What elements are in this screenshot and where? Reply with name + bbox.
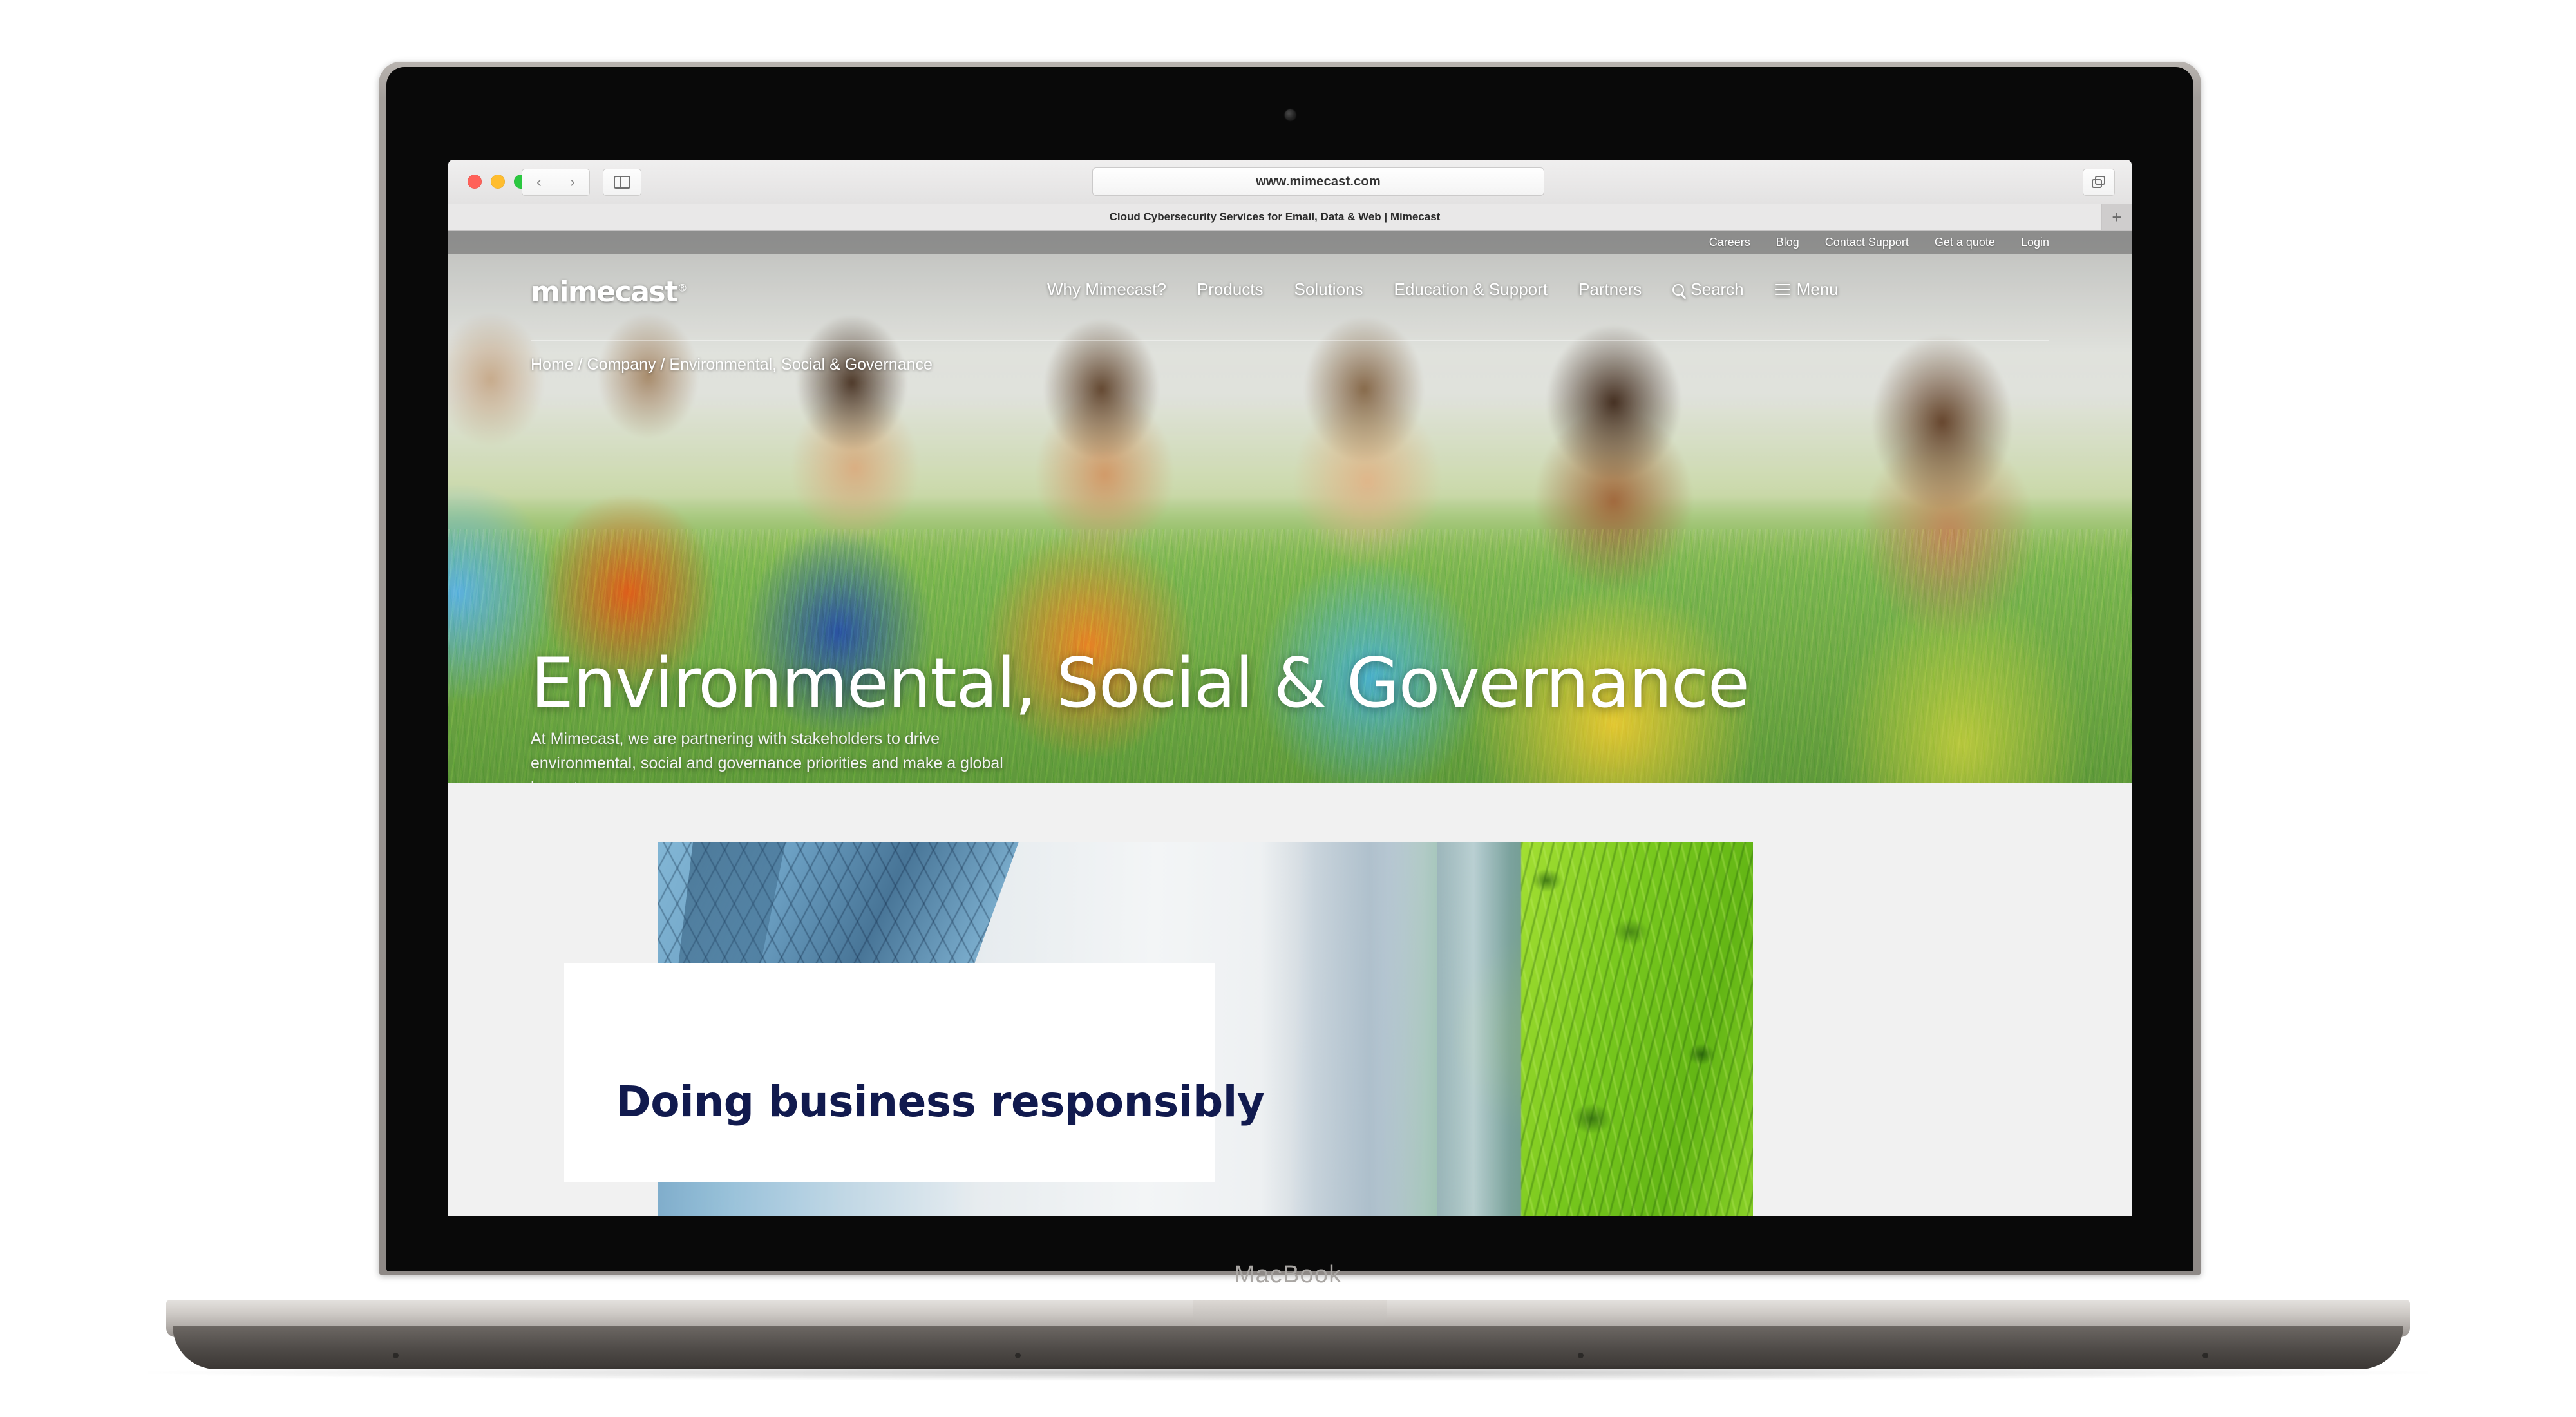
close-window-button[interactable]	[468, 175, 482, 189]
chevron-right-icon: ›	[570, 173, 575, 191]
browser-toolbar: ‹ › www.mimecast.com	[448, 160, 2132, 204]
registered-mark-icon: ®	[677, 281, 688, 294]
screenshot-stage: MacBook ‹ › www.mimecast.com Cloud Cyber…	[0, 0, 2576, 1417]
utility-link-blog[interactable]: Blog	[1776, 236, 1799, 249]
back-button[interactable]: ‹	[522, 169, 556, 196]
new-tab-button[interactable]: +	[2102, 204, 2132, 230]
nav-divider-bottom	[531, 340, 2049, 341]
responsible-business-section: Doing business responsibly	[448, 783, 2132, 1216]
hero-subtitle: At Mimecast, we are partnering with stak…	[531, 730, 1003, 783]
tab-overview-icon	[2092, 176, 2106, 189]
section-content-card: Doing business responsibly	[564, 963, 1265, 1182]
laptop-foot	[393, 1353, 399, 1358]
laptop-drop-shadow	[148, 1364, 2428, 1381]
nav-label: Search	[1690, 280, 1744, 299]
sidebar-icon	[614, 176, 630, 189]
nav-item-menu[interactable]: Menu	[1774, 280, 1839, 300]
tab-overview-button[interactable]	[2083, 169, 2115, 196]
forward-button[interactable]: ›	[556, 169, 590, 196]
utility-link-contact-support[interactable]: Contact Support	[1825, 236, 1909, 249]
tab-mimecast[interactable]: Cloud Cybersecurity Services for Email, …	[448, 204, 2102, 230]
nav-item-education-support[interactable]: Education & Support	[1394, 280, 1548, 300]
address-bar[interactable]: www.mimecast.com	[1092, 167, 1544, 196]
page-title: Environmental, Social & Governance	[531, 643, 1750, 723]
laptop-foot	[1578, 1353, 1584, 1358]
utility-link-get-a-quote[interactable]: Get a quote	[1935, 236, 1995, 249]
nav-item-partners[interactable]: Partners	[1578, 280, 1642, 300]
nav-label: Menu	[1796, 280, 1839, 299]
window-controls	[468, 175, 528, 189]
nav-item-why-mimecast[interactable]: Why Mimecast?	[1047, 280, 1166, 300]
nav-label: Education & Support	[1394, 280, 1548, 299]
main-navigation: mimecast® Why Mimecast? Products Solutio…	[448, 254, 2132, 321]
nav-label: Solutions	[1294, 280, 1363, 299]
utility-nav: Careers Blog Contact Support Get a quote…	[448, 231, 2132, 254]
chevron-left-icon: ‹	[536, 173, 542, 191]
laptop-foot	[1015, 1353, 1021, 1358]
tab-strip: Cloud Cybersecurity Services for Email, …	[448, 204, 2132, 231]
nav-item-search[interactable]: Search	[1672, 280, 1744, 300]
main-nav-links: Why Mimecast? Products Solutions Educati…	[1047, 280, 1839, 300]
tree-foliage-photo	[1521, 842, 1753, 1216]
webcam-icon	[1285, 109, 1296, 120]
address-bar-url: www.mimecast.com	[1256, 174, 1381, 189]
utility-link-careers[interactable]: Careers	[1709, 236, 1750, 249]
hamburger-icon	[1774, 283, 1790, 296]
nav-item-solutions[interactable]: Solutions	[1294, 280, 1363, 300]
nav-label: Products	[1197, 280, 1264, 299]
nav-item-products[interactable]: Products	[1197, 280, 1264, 300]
minimize-window-button[interactable]	[491, 175, 505, 189]
laptop-base-bottom	[173, 1326, 2403, 1369]
hero-section: Careers Blog Contact Support Get a quote…	[448, 231, 2132, 783]
search-icon	[1672, 283, 1685, 296]
logo-wordmark: mimecast	[531, 276, 678, 309]
utility-link-login[interactable]: Login	[2021, 236, 2049, 249]
sidebar-toggle-button[interactable]	[603, 169, 641, 196]
macbook-wordmark: MacBook	[1234, 1261, 1342, 1288]
tab-title: Cloud Cybersecurity Services for Email, …	[1109, 211, 1441, 223]
mimecast-logo[interactable]: mimecast®	[531, 276, 688, 309]
nav-label: Why Mimecast?	[1047, 280, 1166, 299]
breadcrumb[interactable]: Home / Company / Environmental, Social &…	[531, 356, 933, 374]
nav-label: Partners	[1578, 280, 1642, 299]
laptop-foot	[2202, 1353, 2208, 1358]
section-heading: Doing business responsibly	[616, 1076, 1265, 1127]
web-page: Careers Blog Contact Support Get a quote…	[448, 231, 2132, 1216]
browser-window: ‹ › www.mimecast.com Cloud Cybersecurity…	[448, 160, 2132, 1216]
